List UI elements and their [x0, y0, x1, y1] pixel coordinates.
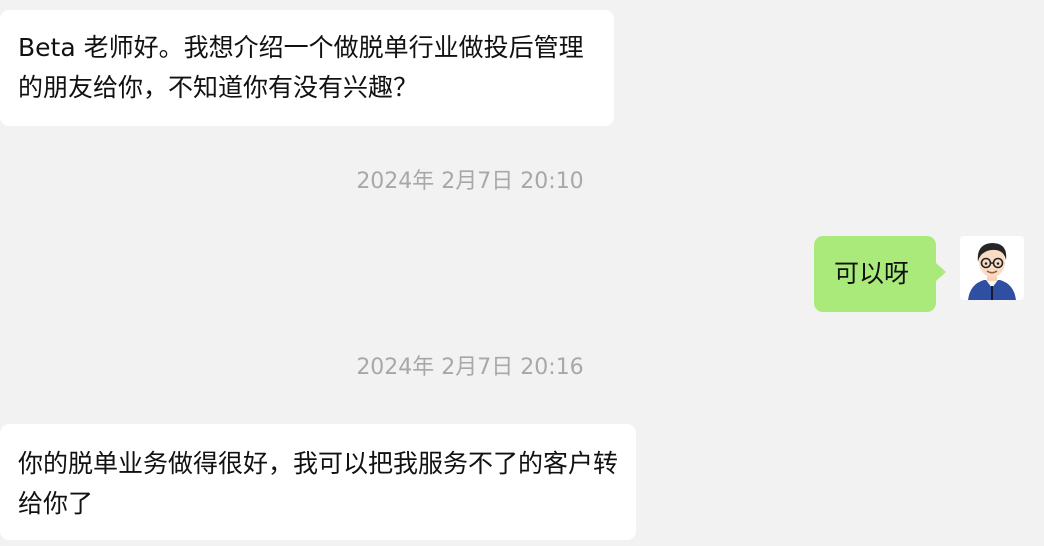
outgoing-message-bubble[interactable]: 可以呀 — [814, 236, 946, 312]
incoming-message-bubble[interactable]: 你的脱单业务做得很好，我可以把我服务不了的客户转给你了 — [0, 424, 636, 540]
cartoon-man-with-glasses-avatar-icon — [968, 243, 1016, 300]
user-avatar[interactable] — [960, 236, 1024, 300]
message-timestamp: 2024年 2月7日 20:10 — [356, 169, 584, 194]
incoming-message-bubble[interactable]: Beta 老师好。我想介绍一个做脱单行业做投后管理的朋友给你，不知道你有没有兴趣… — [0, 10, 614, 126]
message-timestamp: 2024年 2月7日 20:16 — [356, 355, 584, 380]
